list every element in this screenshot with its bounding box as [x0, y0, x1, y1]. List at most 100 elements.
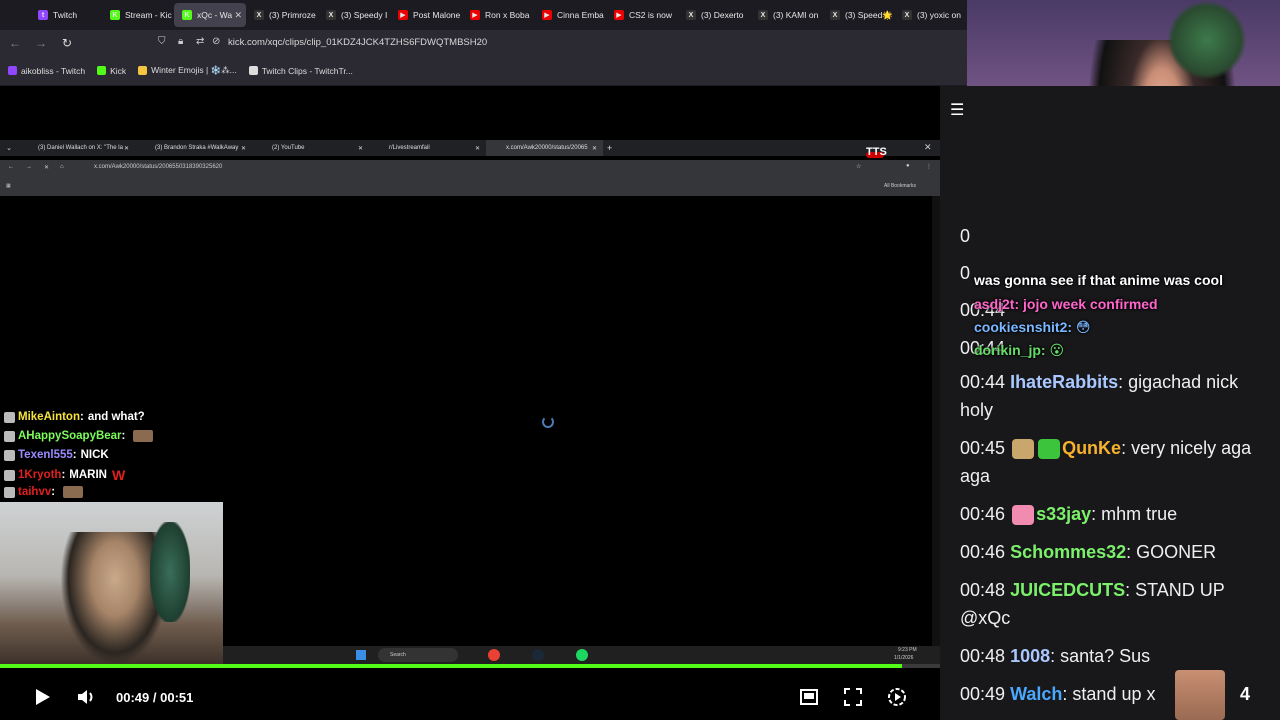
overlay-chat-message: taihvv: — [4, 486, 84, 498]
browser-tab[interactable]: ▶ CS2 is now — [606, 0, 678, 30]
chat-username[interactable]: s33jay — [1036, 504, 1091, 524]
inner-forward-icon[interactable]: → — [26, 164, 32, 170]
browser-tab[interactable]: ▶ Cinna Emba — [534, 0, 606, 30]
inner-browser-tab[interactable]: x.com/Awk20000/status/20065 ✕ — [486, 140, 603, 156]
chat-username[interactable]: JUICEDCUTS — [1010, 580, 1125, 600]
browser-tab[interactable]: X (3) Speedy I — [318, 0, 390, 30]
apps-icon[interactable]: ▦ — [6, 183, 11, 189]
fullscreen-icon[interactable] — [842, 686, 864, 708]
all-bookmarks-label[interactable]: All Bookmarks — [884, 183, 916, 189]
chat-username[interactable]: QunKe — [1062, 438, 1121, 458]
inner-back-icon[interactable]: ← — [8, 164, 14, 170]
new-tab-icon[interactable]: + — [607, 143, 612, 153]
chat-username[interactable]: Schommes32 — [1010, 542, 1126, 562]
overlay-chat-username: 1Kryoth — [18, 469, 62, 481]
collapse-chat-icon[interactable]: ☰ — [950, 100, 964, 120]
url-bar[interactable]: kick.com/xqc/clips/clip_01KDZ4JCK4TZHS6F… — [228, 37, 487, 48]
bookmarks-bar: aikobliss - Twitch Kick Winter Emojis | ❄️… — [0, 56, 968, 86]
inner-scrollbar[interactable] — [932, 196, 940, 646]
chat-timestamp: 00:46 — [960, 542, 1006, 562]
chat-text: mhm true — [1101, 504, 1178, 524]
bookmark-item[interactable]: Winter Emojis | ❄️⁂... — [138, 65, 237, 76]
inner-url-bar[interactable]: x.com/Awk20000/status/200655031839032562… — [94, 164, 222, 170]
tab-label: Twitch — [53, 10, 78, 20]
time-display: 00:49 / 00:51 — [116, 690, 193, 705]
browser-tab[interactable]: t Twitch — [30, 0, 102, 30]
inner-tab-label: (2) YouTube — [272, 145, 305, 151]
chat-timestamp: 00:49 — [960, 684, 1006, 704]
taskbar-date: 1/1/2026 — [894, 655, 914, 661]
chat-message: 00:46 s33jay: mhm true — [960, 504, 1178, 526]
bookmark-item[interactable]: aikobliss - Twitch — [8, 66, 85, 76]
clip-icon[interactable] — [886, 686, 908, 708]
time-separator: / — [152, 690, 157, 705]
inner-home-icon[interactable]: ⌂ — [60, 164, 64, 170]
chat-username[interactable]: IhateRabbits — [1010, 372, 1118, 392]
lock-icon[interactable]: 🔒︎ — [178, 36, 183, 47]
profile-icon[interactable]: ● — [906, 163, 910, 169]
browser-tab[interactable]: X (3) Speed🌟 — [822, 0, 894, 30]
steam-icon[interactable] — [532, 649, 544, 661]
theater-mode-icon[interactable] — [798, 686, 820, 708]
loading-spinner-icon — [542, 416, 554, 428]
tab-favicon-icon: K — [182, 10, 192, 20]
chat-timestamp: 0 — [960, 226, 971, 246]
bookmark-item[interactable]: Twitch Clips - TwitchTr... — [248, 65, 353, 76]
browser-tab[interactable]: ▶ Ron x Boba — [462, 0, 534, 30]
tab-close-icon[interactable]: ✕ — [234, 10, 242, 21]
close-icon[interactable]: ✕ — [924, 142, 932, 153]
bookmark-label: aikobliss - Twitch — [21, 65, 86, 76]
forward-icon[interactable]: → — [30, 36, 52, 50]
inner-browser-tab[interactable]: r/Livestreamfail ✕ — [369, 140, 486, 156]
chat-message: 00:45 QunKe: very nicely aga aga — [960, 438, 1252, 486]
stream-overlay-line: was gonna see if that anime was cool — [974, 272, 1223, 288]
chat-username[interactable]: Walch — [1010, 684, 1062, 704]
browser-tab[interactable]: KxQc - Wa ✕ — [174, 3, 246, 27]
spotify-icon[interactable] — [576, 649, 588, 661]
reload-icon[interactable]: ↻ — [56, 36, 78, 50]
inner-browser-tab[interactable]: (2) YouTube ✕ — [252, 140, 369, 156]
tracking-icon[interactable]: ⊘ — [212, 36, 220, 47]
inner-browser-tab[interactable]: (3) Daniel Wallach on X: "The la ✕ — [18, 140, 135, 156]
taskbar-search[interactable]: Search — [378, 648, 458, 662]
inner-tab-dropdown-icon[interactable]: ⌄ — [0, 144, 18, 152]
browser-tab[interactable]: X (3) Dexerto — [678, 0, 750, 30]
inner-tab-close-icon[interactable]: ✕ — [475, 145, 480, 152]
browser-tab[interactable]: ▶ Post Malone — [390, 0, 462, 30]
bookmark-star-icon[interactable]: ☆ — [856, 163, 861, 170]
bookmark-label: Twitch Clips - TwitchTr... — [261, 65, 353, 76]
bookmark-item[interactable]: Kick — [97, 66, 126, 76]
permissions-icon[interactable]: ⇄ — [196, 36, 204, 47]
bookmark-label: Kick — [110, 65, 127, 76]
volume-icon[interactable] — [76, 686, 98, 708]
play-icon[interactable] — [32, 686, 54, 708]
tab-label: (3) Speed🌟 — [845, 9, 893, 20]
inner-menu-icon[interactable]: ⋮ — [926, 163, 932, 170]
inner-stop-icon[interactable]: ✕ — [44, 164, 49, 171]
inner-tab-close-icon[interactable]: ✕ — [241, 145, 246, 152]
tab-label: (3) yoxic on — [917, 10, 961, 20]
tab-favicon-icon: ▶ — [470, 10, 480, 20]
inner-browser-tab[interactable]: (3) Brandon Straka #WalkAway ✕ — [135, 140, 252, 156]
browser-tab[interactable]: X (3) KAMI on — [750, 0, 822, 30]
chat-badge-icon — [4, 486, 15, 498]
inner-tab-close-icon[interactable]: ✕ — [358, 145, 363, 152]
browser-tab[interactable]: X (3) Primroze — [246, 0, 318, 30]
streamer-webcam — [0, 502, 223, 666]
overlay-chat-username: Texenl555 — [18, 449, 73, 461]
shield-icon[interactable]: ⛉ — [158, 36, 166, 47]
back-icon[interactable]: ← — [4, 36, 26, 50]
tab-label: CS2 is now — [629, 10, 672, 20]
inner-tab-label: (3) Brandon Straka #WalkAway — [155, 145, 239, 151]
chat-emote-icon — [63, 486, 84, 498]
windows-start-icon[interactable] — [356, 650, 366, 660]
overlay-chat-username: MikeAinton — [18, 411, 80, 423]
inner-tab-close-icon[interactable]: ✕ — [592, 145, 597, 152]
chrome-icon[interactable] — [488, 649, 500, 661]
browser-tab[interactable]: X (3) yoxic on — [894, 0, 966, 30]
bookmark-favicon-icon — [8, 66, 17, 75]
chat-username[interactable]: 1008 — [1010, 646, 1050, 666]
inner-tab-close-icon[interactable]: ✕ — [124, 145, 129, 152]
bookmark-favicon-icon — [248, 66, 258, 75]
browser-tab[interactable]: K Stream - Kic — [102, 0, 174, 30]
